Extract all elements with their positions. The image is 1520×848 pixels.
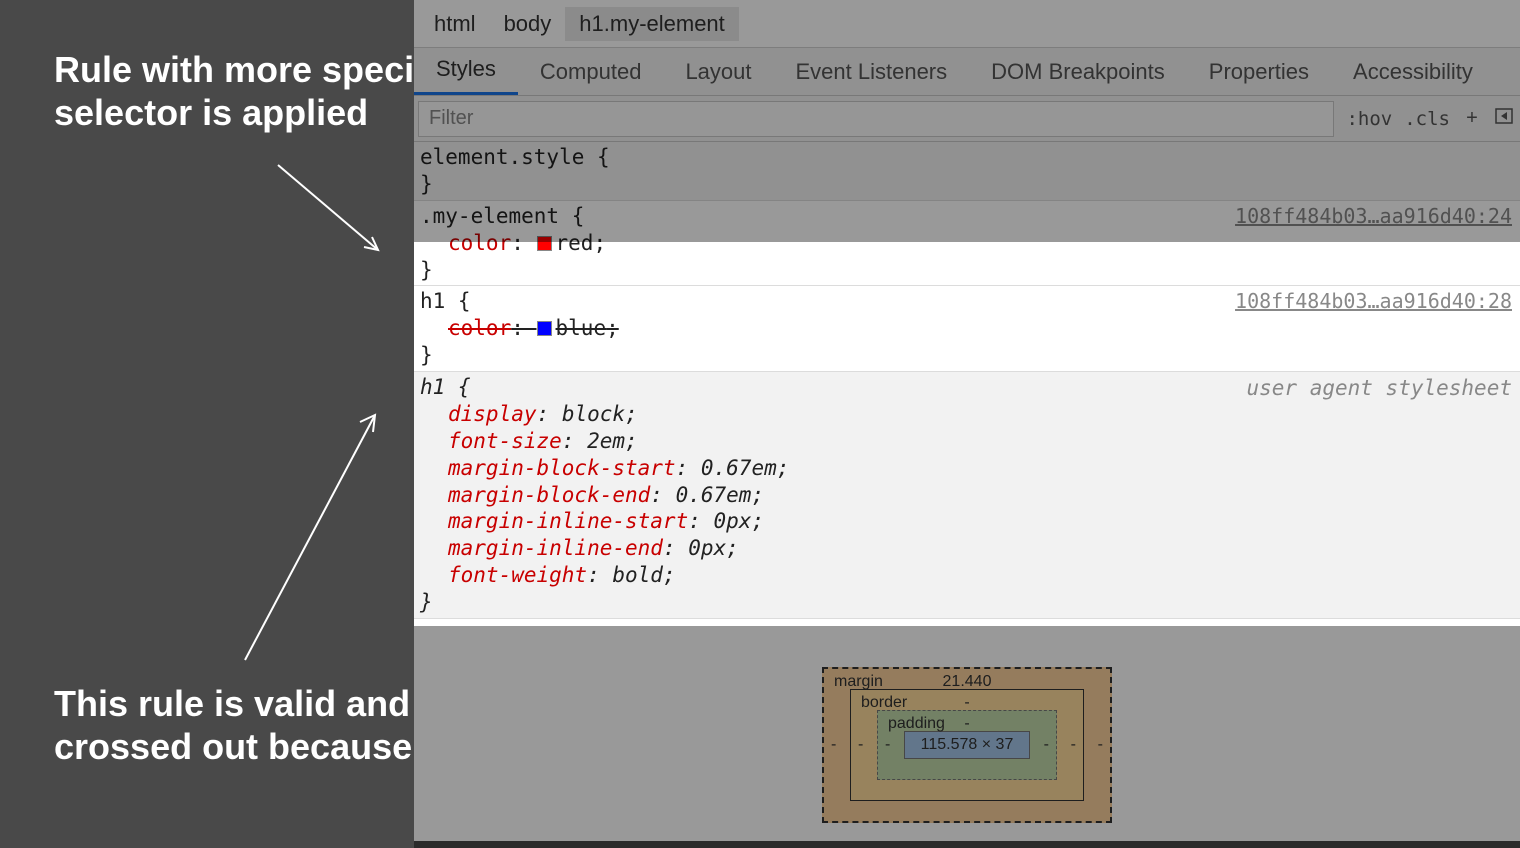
tab-properties[interactable]: Properties <box>1187 49 1331 95</box>
annotation-top-line2: selector is applied <box>54 91 456 134</box>
styles-filter-bar: :hov .cls + <box>414 96 1520 142</box>
prop-name-color: color <box>448 231 511 255</box>
annotation-top: Rule with more specific selector is appl… <box>54 48 456 134</box>
prop-value-blue: blue <box>556 316 607 340</box>
rule-my-element-close: } <box>420 257 1512 284</box>
box-model-padding-label: padding <box>888 715 945 733</box>
rule-h1[interactable]: 108ff484b03…aa916d40:28 h1 { color: blue… <box>414 286 1520 372</box>
rule-element-style-selector: element.style { <box>420 144 1512 171</box>
color-swatch-blue-icon[interactable] <box>537 321 552 336</box>
rule-h1-source[interactable]: 108ff484b03…aa916d40:28 <box>1235 289 1512 315</box>
rule-my-element[interactable]: 108ff484b03…aa916d40:24 .my-element { co… <box>414 201 1520 287</box>
box-model: margin 21.440 - - border - - - padding -… <box>822 667 1112 841</box>
box-model-border-right: - <box>1071 736 1076 754</box>
devtools-panel: html body h1.my-element Styles Computed … <box>414 0 1520 848</box>
rule-ua-h1: user agent stylesheet h1 { display: bloc… <box>414 372 1520 619</box>
ua-prop-5: margin-inline-end: 0px; <box>420 535 1512 562</box>
rule-ua-source: user agent stylesheet <box>1246 375 1512 402</box>
box-model-content[interactable]: 115.578 × 37 <box>904 731 1030 759</box>
tab-styles[interactable]: Styles <box>414 46 518 95</box>
box-model-margin[interactable]: margin 21.440 - - border - - - padding -… <box>822 667 1112 823</box>
new-style-rule-button[interactable]: + <box>1456 107 1488 130</box>
breadcrumb-bar: html body h1.my-element <box>414 0 1520 48</box>
box-model-margin-right: - <box>1098 736 1103 754</box>
rule-my-element-prop: color: red; <box>420 230 1512 257</box>
breadcrumb-h1-my-element[interactable]: h1.my-element <box>565 7 739 41</box>
box-model-padding-right: - <box>1044 736 1049 754</box>
toggle-sidebar-icon[interactable] <box>1488 107 1520 130</box>
box-model-padding-left: - <box>885 736 890 754</box>
arrow-top-icon <box>268 155 398 265</box>
rule-ua-close: } <box>420 589 1512 616</box>
rule-h1-prop: color: blue; <box>420 315 1512 342</box>
rule-element-style[interactable]: element.style { } <box>414 142 1520 201</box>
styles-filter-input[interactable] <box>418 101 1334 137</box>
box-model-padding[interactable]: padding - - - 115.578 × 37 <box>877 710 1057 780</box>
ua-prop-1: font-size: 2em; <box>420 428 1512 455</box>
arrow-bottom-icon <box>230 400 400 680</box>
ua-prop-0: display: block; <box>420 401 1512 428</box>
breadcrumb-body[interactable]: body <box>490 7 566 41</box>
hov-toggle[interactable]: :hov <box>1340 108 1398 130</box>
box-model-padding-top: - <box>964 715 969 733</box>
ua-prop-3: margin-block-end: 0.67em; <box>420 482 1512 509</box>
prop-value-red: red <box>556 231 594 255</box>
box-model-border-left: - <box>858 736 863 754</box>
tab-dom-breakpoints[interactable]: DOM Breakpoints <box>969 49 1187 95</box>
tab-accessibility[interactable]: Accessibility <box>1331 49 1495 95</box>
ua-prop-4: margin-inline-start: 0px; <box>420 508 1512 535</box>
tab-layout[interactable]: Layout <box>663 49 773 95</box>
tab-event-listeners[interactable]: Event Listeners <box>774 49 970 95</box>
box-model-margin-left: - <box>831 736 836 754</box>
rule-my-element-source[interactable]: 108ff484b03…aa916d40:24 <box>1235 204 1512 230</box>
breadcrumb-html[interactable]: html <box>420 7 490 41</box>
sidebar-tabs: Styles Computed Layout Event Listeners D… <box>414 48 1520 96</box>
ua-prop-2: margin-block-start: 0.67em; <box>420 455 1512 482</box>
ua-prop-6: font-weight: bold; <box>420 562 1512 589</box>
prop-name-color-strike: color <box>448 316 511 340</box>
box-model-panel: margin 21.440 - - border - - - padding -… <box>414 619 1520 841</box>
rule-element-style-close: } <box>420 171 1512 198</box>
cls-toggle[interactable]: .cls <box>1398 108 1456 130</box>
tab-computed[interactable]: Computed <box>518 49 664 95</box>
color-swatch-red-icon[interactable] <box>537 236 552 251</box>
rule-h1-close: } <box>420 342 1512 369</box>
annotation-top-line1: Rule with more specific <box>54 48 456 91</box>
box-model-border[interactable]: border - - - padding - - - 115.578 × 37 <box>850 689 1084 801</box>
